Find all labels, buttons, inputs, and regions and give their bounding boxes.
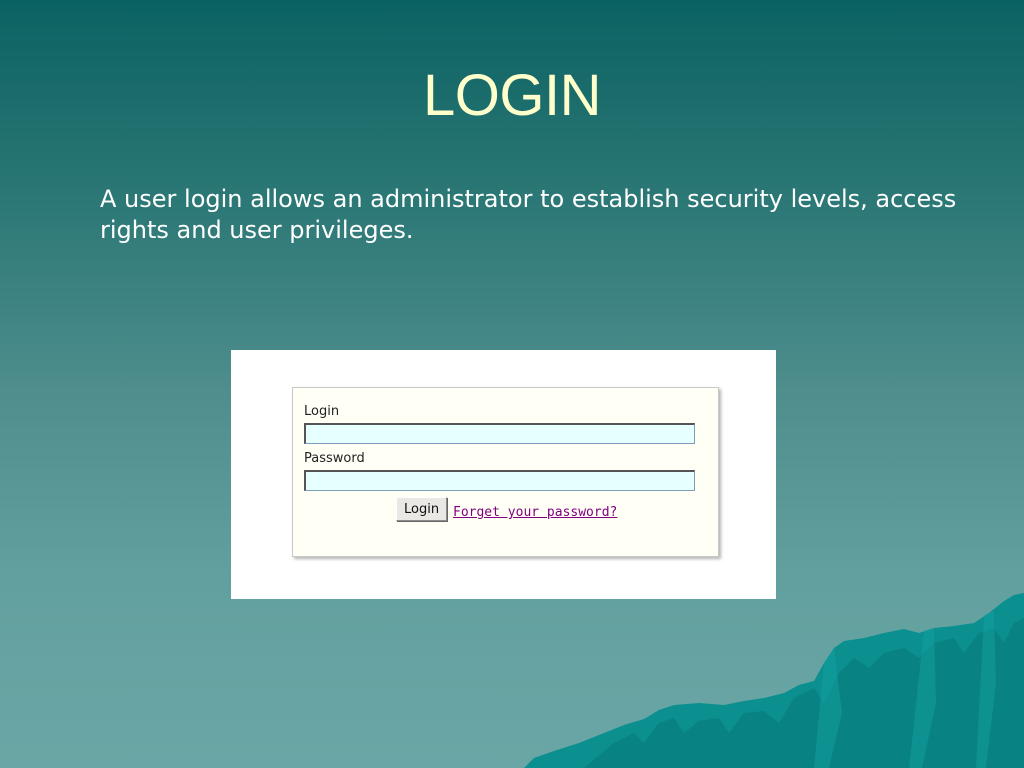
slide-title: LOGIN <box>423 63 602 128</box>
login-label: Login <box>304 404 340 419</box>
forgot-password-link[interactable]: Forget your password? <box>453 505 617 520</box>
mountain-icon <box>524 593 1024 768</box>
login-button[interactable]: Login <box>396 497 448 521</box>
password-label: Password <box>304 451 365 466</box>
login-panel: Login Password Login Forget your passwor… <box>292 387 719 557</box>
slide-body-text: A user login allows an administrator to … <box>100 185 957 244</box>
login-screenshot: Login Password Login Forget your passwor… <box>231 350 776 599</box>
login-input[interactable] <box>304 423 695 444</box>
password-input[interactable] <box>304 470 695 491</box>
